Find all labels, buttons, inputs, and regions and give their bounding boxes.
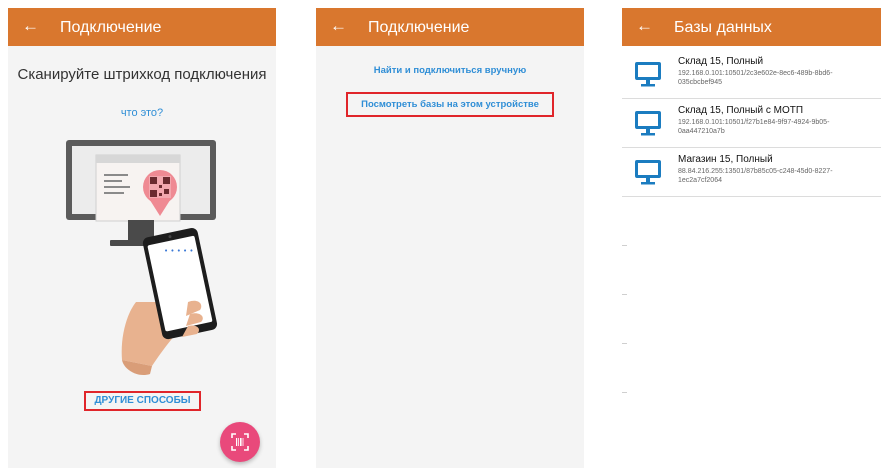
other-methods-button[interactable]: ДРУГИЕ СПОСОБЫ <box>84 391 201 411</box>
arrow-left-icon[interactable]: ← <box>330 17 347 35</box>
database-list-item[interactable]: Склад 15, Полный с МОТП 192.168.0.101:10… <box>622 99 881 148</box>
find-manually-link[interactable]: Найти и подключиться вручную <box>316 65 584 76</box>
database-name: Склад 15, Полный с МОТП <box>678 105 804 116</box>
app-bar: ← Базы данных <box>622 8 881 46</box>
connection-scan-screen: ← Подключение Сканируйте штрихкод подклю… <box>8 8 276 468</box>
scan-heading: Сканируйте штрихкод подключения <box>17 66 267 83</box>
what-is-this-link[interactable]: что это? <box>8 107 276 119</box>
database-list-item[interactable]: Склад 15, Полный 192.168.0.101:10501/2c3… <box>622 50 881 99</box>
monitor-icon <box>635 160 661 185</box>
scan-fab-button[interactable] <box>220 422 260 462</box>
scan-illustration: • • • • • <box>66 140 218 376</box>
database-name: Магазин 15, Полный <box>678 154 773 165</box>
phone-dots: • • • • • <box>164 247 194 255</box>
app-bar: ← Подключение <box>8 8 276 46</box>
connection-options-screen: ← Подключение Найти и подключиться вручн… <box>316 8 584 468</box>
app-bar: ← Подключение <box>316 8 584 46</box>
list-divider <box>622 392 627 393</box>
arrow-left-icon[interactable]: ← <box>636 17 653 35</box>
databases-screen: ← Базы данных Склад 15, Полный 192.168.0… <box>622 8 881 468</box>
list-divider <box>622 294 627 295</box>
database-address: 192.168.0.101:10501/f27b1e84-9f97-4924-9… <box>678 119 830 135</box>
page-title: Подключение <box>368 19 470 36</box>
database-address: 192.168.0.101:10501/2c3e602e-8ec6-489b-8… <box>678 70 833 86</box>
view-local-databases-button[interactable]: Посмотреть базы на этом устройстве <box>346 92 554 117</box>
list-divider <box>622 343 627 344</box>
barcode-scan-icon <box>231 433 249 451</box>
monitor-icon <box>635 62 661 87</box>
list-divider <box>622 245 627 246</box>
database-name: Склад 15, Полный <box>678 56 764 67</box>
page-title: Подключение <box>60 19 162 36</box>
page-title: Базы данных <box>674 19 772 36</box>
database-address: 88.84.216.255:13501/87b85c05-c248-45d0-8… <box>678 168 833 184</box>
database-list-item[interactable]: Магазин 15, Полный 88.84.216.255:13501/8… <box>622 148 881 197</box>
monitor-icon <box>635 111 661 136</box>
arrow-left-icon[interactable]: ← <box>22 17 39 35</box>
